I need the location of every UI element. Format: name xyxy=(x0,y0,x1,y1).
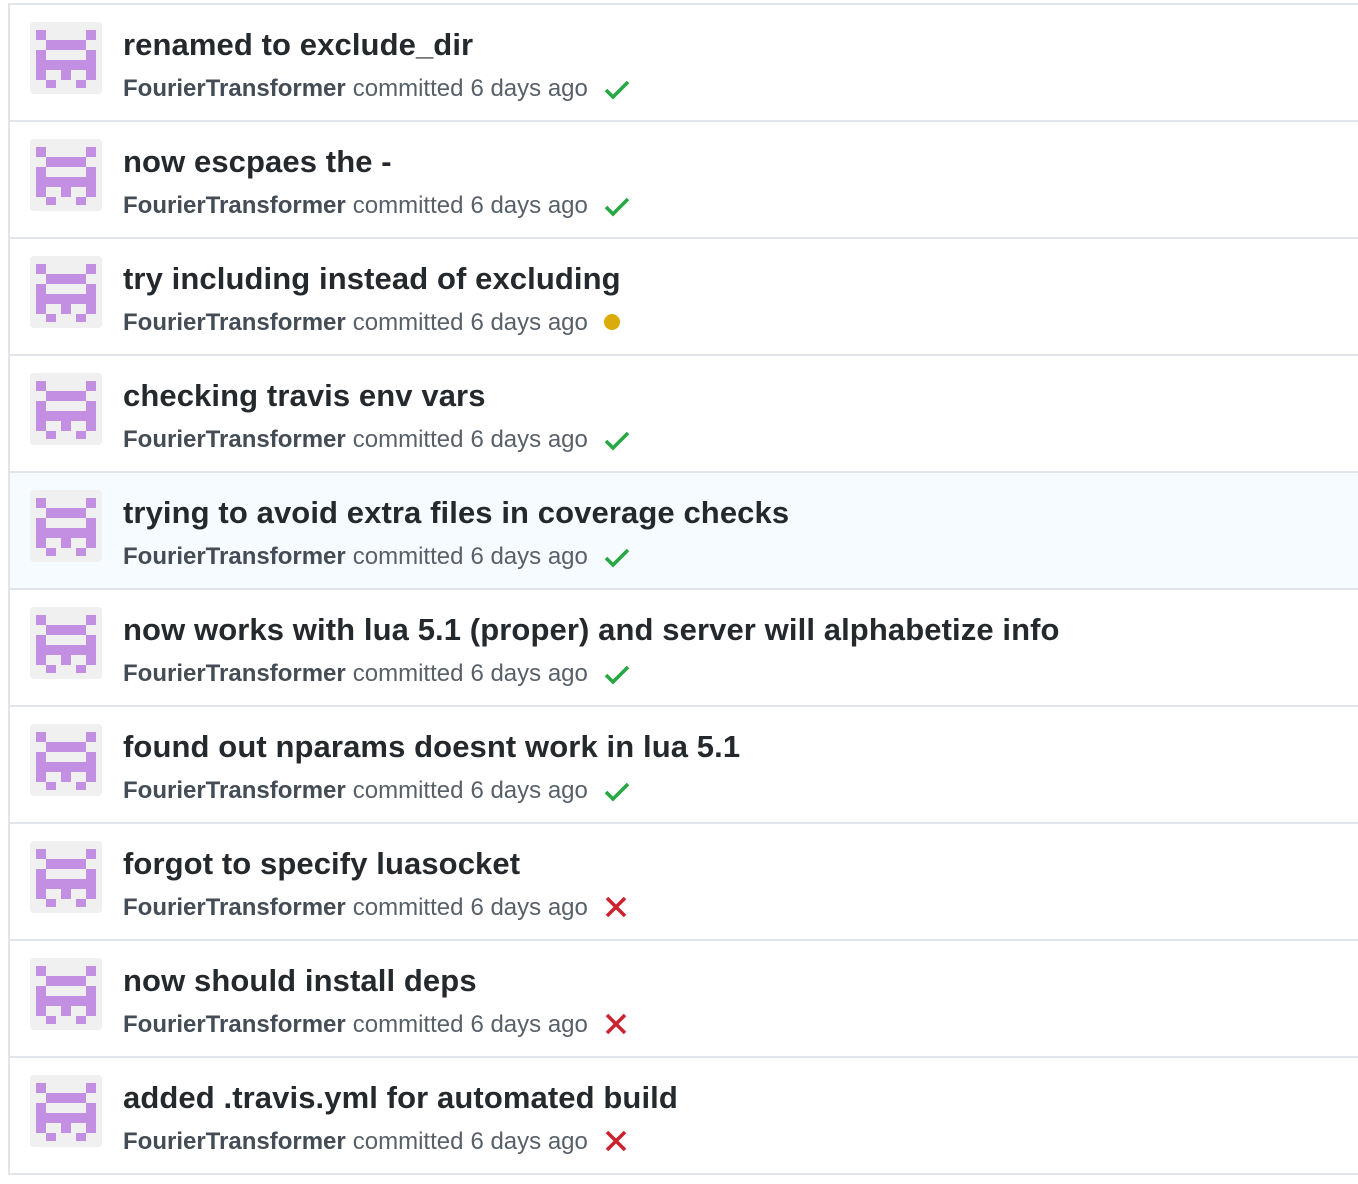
commit-title-link[interactable]: added .travis.yml for automated build xyxy=(123,1080,678,1116)
commit-row: added .travis.yml for automated build Fo… xyxy=(10,1058,1358,1175)
status-dot-icon[interactable] xyxy=(602,308,632,338)
author-link[interactable]: FourierTransformer xyxy=(123,309,346,337)
commit-meta: FourierTransformer committed 6 days ago xyxy=(123,1127,632,1157)
commit-list: renamed to exclude_dir FourierTransforme… xyxy=(8,3,1358,1175)
relative-time: 6 days ago xyxy=(470,543,588,570)
author-link[interactable]: FourierTransformer xyxy=(123,543,346,571)
status-x-icon[interactable] xyxy=(602,1127,632,1157)
commit-row: try including instead of excluding Fouri… xyxy=(10,239,1358,356)
commit-meta: FourierTransformer committed 6 days ago xyxy=(123,191,632,221)
identicon-icon xyxy=(30,724,102,796)
author-link[interactable]: FourierTransformer xyxy=(123,1011,346,1039)
commit-title-link[interactable]: now works with lua 5.1 (proper) and serv… xyxy=(123,612,1060,648)
commit-row: now should install deps FourierTransform… xyxy=(10,941,1358,1058)
commit-row: checking travis env vars FourierTransfor… xyxy=(10,356,1358,473)
commit-row: now escpaes the - FourierTransformer com… xyxy=(10,122,1358,239)
status-x-icon[interactable] xyxy=(602,893,632,923)
relative-time: 6 days ago xyxy=(470,426,588,453)
status-check-icon[interactable] xyxy=(602,191,632,221)
commit-action-text: committed xyxy=(352,660,464,687)
commit-meta: FourierTransformer committed 6 days ago xyxy=(123,308,632,338)
commit-title-link[interactable]: checking travis env vars xyxy=(123,378,486,414)
commit-row: found out nparams doesnt work in lua 5.1… xyxy=(10,707,1358,824)
identicon-icon xyxy=(30,607,102,679)
identicon-icon xyxy=(30,490,102,562)
commit-row: trying to avoid extra files in coverage … xyxy=(10,473,1358,590)
status-check-icon[interactable] xyxy=(602,542,632,572)
commit-title-link[interactable]: forgot to specify luasocket xyxy=(123,846,520,882)
author-avatar[interactable] xyxy=(30,373,102,445)
author-avatar[interactable] xyxy=(30,256,102,328)
author-avatar[interactable] xyxy=(30,958,102,1030)
commit-action-text: committed xyxy=(352,75,464,102)
identicon-icon xyxy=(30,139,102,211)
relative-time: 6 days ago xyxy=(470,894,588,921)
commit-action-text: committed xyxy=(352,309,464,336)
author-link[interactable]: FourierTransformer xyxy=(123,777,346,805)
author-link[interactable]: FourierTransformer xyxy=(123,192,346,220)
commit-row: now works with lua 5.1 (proper) and serv… xyxy=(10,590,1358,707)
relative-time: 6 days ago xyxy=(470,660,588,687)
identicon-icon xyxy=(30,373,102,445)
author-avatar[interactable] xyxy=(30,607,102,679)
commit-action-text: committed xyxy=(352,192,464,219)
status-x-icon[interactable] xyxy=(602,1010,632,1040)
commit-action-text: committed xyxy=(352,1011,464,1038)
commit-meta: FourierTransformer committed 6 days ago xyxy=(123,425,632,455)
relative-time: 6 days ago xyxy=(470,75,588,102)
author-link[interactable]: FourierTransformer xyxy=(123,1128,346,1156)
commit-title-link[interactable]: now should install deps xyxy=(123,963,477,999)
relative-time: 6 days ago xyxy=(470,777,588,804)
commit-title-link[interactable]: renamed to exclude_dir xyxy=(123,27,473,63)
status-check-icon[interactable] xyxy=(602,74,632,104)
commit-row: forgot to specify luasocket FourierTrans… xyxy=(10,824,1358,941)
commit-action-text: committed xyxy=(352,894,464,921)
commit-title-link[interactable]: now escpaes the - xyxy=(123,144,392,180)
commit-meta: FourierTransformer committed 6 days ago xyxy=(123,74,632,104)
status-check-icon[interactable] xyxy=(602,659,632,689)
commit-action-text: committed xyxy=(352,543,464,570)
identicon-icon xyxy=(30,958,102,1030)
identicon-icon xyxy=(30,256,102,328)
commit-title-link[interactable]: trying to avoid extra files in coverage … xyxy=(123,495,789,531)
commit-action-text: committed xyxy=(352,426,464,453)
commit-action-text: committed xyxy=(352,1128,464,1155)
commit-meta: FourierTransformer committed 6 days ago xyxy=(123,1010,632,1040)
relative-time: 6 days ago xyxy=(470,1011,588,1038)
author-avatar[interactable] xyxy=(30,841,102,913)
commit-title-link[interactable]: try including instead of excluding xyxy=(123,261,621,297)
author-avatar[interactable] xyxy=(30,1075,102,1147)
author-avatar[interactable] xyxy=(30,22,102,94)
identicon-icon xyxy=(30,841,102,913)
commit-meta: FourierTransformer committed 6 days ago xyxy=(123,776,632,806)
status-check-icon[interactable] xyxy=(602,776,632,806)
commit-meta: FourierTransformer committed 6 days ago xyxy=(123,893,632,923)
commit-row: renamed to exclude_dir FourierTransforme… xyxy=(10,5,1358,122)
author-link[interactable]: FourierTransformer xyxy=(123,660,346,688)
author-link[interactable]: FourierTransformer xyxy=(123,75,346,103)
status-check-icon[interactable] xyxy=(602,425,632,455)
relative-time: 6 days ago xyxy=(470,309,588,336)
identicon-icon xyxy=(30,1075,102,1147)
commit-meta: FourierTransformer committed 6 days ago xyxy=(123,542,632,572)
author-link[interactable]: FourierTransformer xyxy=(123,894,346,922)
identicon-icon xyxy=(30,22,102,94)
commit-action-text: committed xyxy=(352,777,464,804)
relative-time: 6 days ago xyxy=(470,1128,588,1155)
author-avatar[interactable] xyxy=(30,490,102,562)
commit-meta: FourierTransformer committed 6 days ago xyxy=(123,659,632,689)
relative-time: 6 days ago xyxy=(470,192,588,219)
author-link[interactable]: FourierTransformer xyxy=(123,426,346,454)
author-avatar[interactable] xyxy=(30,139,102,211)
author-avatar[interactable] xyxy=(30,724,102,796)
commit-title-link[interactable]: found out nparams doesnt work in lua 5.1 xyxy=(123,729,740,765)
